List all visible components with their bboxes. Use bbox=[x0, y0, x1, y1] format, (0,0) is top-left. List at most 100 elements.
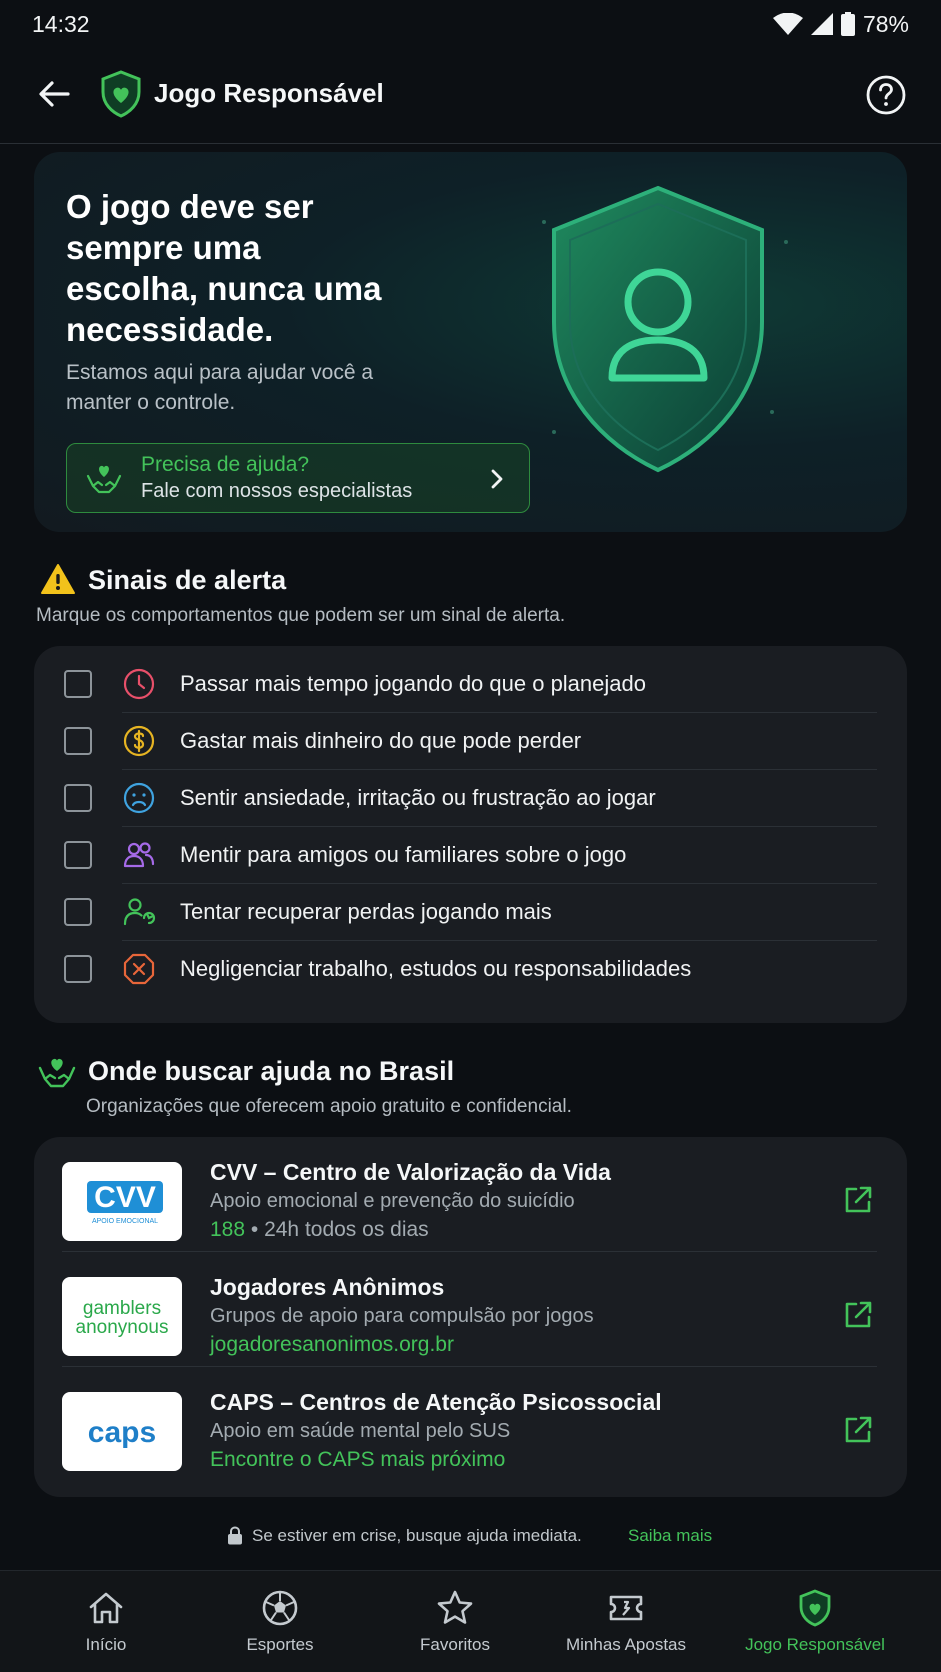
clock-icon bbox=[123, 668, 155, 700]
org-contact: jogadoresanonimos.org.br bbox=[210, 1333, 454, 1357]
ga-logo-subtext: anonynous bbox=[76, 1317, 169, 1338]
checklist-item[interactable]: Sentir ansiedade, irritação ou frustraçã… bbox=[34, 770, 907, 827]
home-icon bbox=[89, 1592, 123, 1624]
external-link-icon[interactable] bbox=[841, 1298, 875, 1332]
page-title: Jogo Responsável bbox=[154, 78, 384, 108]
nav-item-inicio[interactable]: Início bbox=[56, 1571, 156, 1672]
nav-label: Favoritos bbox=[420, 1635, 490, 1654]
crisis-note: Se estiver em crise, busque ajuda imedia… bbox=[0, 1522, 941, 1550]
wifi-icon bbox=[772, 13, 803, 35]
org-contact: 188 • 24h todos os dias bbox=[210, 1218, 429, 1242]
org-item-cvv[interactable]: CVV APOIO EMOCIONAL CVV – Centro de Valo… bbox=[34, 1137, 907, 1252]
checklist-item[interactable]: Negligenciar trabalho, estudos ou respon… bbox=[34, 941, 907, 998]
warning-section-title: Sinais de alerta bbox=[88, 565, 287, 595]
org-description: Apoio em saúde mental pelo SUS bbox=[210, 1420, 511, 1442]
checklist-item-label: Tentar recuperar perdas jogando mais bbox=[180, 899, 552, 924]
shield-heart-icon bbox=[101, 70, 141, 118]
caps-logo: caps bbox=[62, 1392, 182, 1471]
checklist-item-label: Passar mais tempo jogando do que o plane… bbox=[180, 671, 646, 696]
nav-item-jogo-responsavel[interactable]: Jogo Responsável bbox=[738, 1571, 892, 1672]
external-link-icon[interactable] bbox=[841, 1413, 875, 1447]
back-arrow-icon[interactable] bbox=[34, 74, 74, 114]
nav-item-favoritos[interactable]: Favoritos bbox=[400, 1571, 510, 1672]
checkbox[interactable] bbox=[64, 670, 92, 698]
help-organizations-list: CVV APOIO EMOCIONAL CVV – Centro de Valo… bbox=[34, 1137, 907, 1497]
checkbox[interactable] bbox=[64, 955, 92, 983]
checklist-item[interactable]: Gastar mais dinheiro do que pode perder bbox=[34, 713, 907, 770]
hero-card: O jogo deve ser sempre uma escolha, nunc… bbox=[34, 152, 907, 532]
help-section-title: Onde buscar ajuda no Brasil bbox=[88, 1056, 455, 1086]
warning-section-subtitle: Marque os comportamentos que podem ser u… bbox=[36, 605, 566, 626]
org-phone[interactable]: 188 bbox=[210, 1218, 245, 1241]
checkbox[interactable] bbox=[64, 727, 92, 755]
sad-face-icon bbox=[123, 782, 155, 814]
org-item-caps[interactable]: caps CAPS – Centros de Atenção Psicossoc… bbox=[34, 1367, 907, 1482]
status-bar: 14:32 78% bbox=[0, 0, 941, 48]
heart-hands-icon bbox=[38, 1058, 76, 1088]
shield-heart-icon bbox=[799, 1589, 831, 1627]
chevron-right-icon bbox=[491, 469, 503, 489]
warning-icon bbox=[41, 564, 75, 594]
battery-percent: 78% bbox=[862, 10, 909, 37]
hero-title: O jogo deve ser sempre uma escolha, nunc… bbox=[66, 188, 382, 348]
org-name: CAPS – Centros de Atenção Psicossocial bbox=[210, 1389, 662, 1415]
gamblers-anonymous-logo: gamblers anonynous bbox=[62, 1277, 182, 1356]
star-icon bbox=[437, 1590, 473, 1624]
checklist-item[interactable]: Mentir para amigos ou familiares sobre o… bbox=[34, 827, 907, 884]
help-button-title: Precisa de ajuda? bbox=[141, 453, 310, 476]
cvv-logo-graphic: CVV APOIO EMOCIONAL bbox=[87, 1180, 163, 1225]
nav-label: Início bbox=[85, 1635, 127, 1654]
checklist-item-label: Mentir para amigos ou familiares sobre o… bbox=[180, 842, 627, 867]
crisis-text: Se estiver em crise, busque ajuda imedia… bbox=[252, 1526, 582, 1545]
shield-person-illustration-icon bbox=[542, 185, 788, 473]
checklist-item[interactable]: Passar mais tempo jogando do que o plane… bbox=[34, 656, 907, 713]
lock-icon bbox=[228, 1526, 242, 1545]
org-item-jogadores-anonimos[interactable]: gamblers anonynous Jogadores Anônimos Gr… bbox=[34, 1252, 907, 1367]
nav-label: Jogo Responsável bbox=[745, 1635, 885, 1654]
find-caps-link[interactable]: Encontre o CAPS mais próximo bbox=[210, 1448, 505, 1471]
specialist-help-button[interactable]: Precisa de ajuda? Fale com nossos especi… bbox=[66, 443, 530, 513]
nav-item-esportes[interactable]: Esportes bbox=[220, 1571, 340, 1672]
checklist-item-label: Sentir ansiedade, irritação ou frustraçã… bbox=[180, 785, 656, 810]
caps-logo-text: caps bbox=[88, 1416, 156, 1449]
x-octagon-icon bbox=[123, 953, 155, 985]
org-website-link[interactable]: jogadoresanonimos.org.br bbox=[210, 1333, 454, 1356]
external-link-icon[interactable] bbox=[841, 1183, 875, 1217]
checklist-item-label: Negligenciar trabalho, estudos ou respon… bbox=[180, 956, 692, 981]
help-icon[interactable] bbox=[865, 74, 907, 116]
ga-logo-text: gamblers bbox=[83, 1298, 161, 1319]
learn-more-link[interactable]: Saiba mais bbox=[628, 1526, 712, 1546]
dollar-icon bbox=[123, 725, 155, 757]
ga-logo-graphic: gamblers anonynous bbox=[76, 1298, 169, 1338]
org-description: Grupos de apoio para compulsão por jogos bbox=[210, 1305, 594, 1327]
org-contact: Encontre o CAPS mais próximo bbox=[210, 1448, 505, 1472]
checkbox[interactable] bbox=[64, 841, 92, 869]
nav-label: Minhas Apostas bbox=[565, 1635, 686, 1654]
nav-label: Esportes bbox=[246, 1635, 314, 1654]
org-hours: • 24h todos os dias bbox=[245, 1218, 429, 1241]
checklist-item[interactable]: Tentar recuperar perdas jogando mais bbox=[34, 884, 907, 941]
user-refresh-icon bbox=[123, 898, 156, 926]
nav-item-minhas-apostas[interactable]: Minhas Apostas bbox=[555, 1571, 697, 1672]
org-name: Jogadores Anônimos bbox=[210, 1274, 445, 1300]
heart-hands-icon bbox=[86, 465, 122, 494]
checklist-item-label: Gastar mais dinheiro do que pode perder bbox=[180, 728, 582, 753]
warning-checklist: Passar mais tempo jogando do que o plane… bbox=[34, 646, 907, 1023]
checkbox[interactable] bbox=[64, 784, 92, 812]
checkbox[interactable] bbox=[64, 898, 92, 926]
help-button-subtitle: Fale com nossos especialistas bbox=[141, 480, 413, 502]
signal-icon bbox=[810, 13, 833, 35]
users-icon bbox=[123, 842, 155, 868]
bottom-navigation: Início Esportes Favoritos Minhas Apostas… bbox=[0, 1570, 941, 1672]
status-time: 14:32 bbox=[32, 10, 90, 37]
org-name: CVV – Centro de Valorização da Vida bbox=[210, 1159, 611, 1185]
help-section-subtitle: Organizações que oferecem apoio gratuito… bbox=[86, 1096, 572, 1117]
status-icons: 78% bbox=[772, 10, 909, 38]
battery-icon bbox=[840, 12, 855, 36]
soccer-ball-icon bbox=[262, 1590, 298, 1626]
app-bar: Jogo Responsável bbox=[0, 48, 941, 144]
cvv-logo-text: CVV bbox=[94, 1181, 156, 1214]
caps-logo-graphic: caps bbox=[88, 1416, 156, 1449]
hero-subtitle: Estamos aqui para ajudar você a manter o… bbox=[66, 361, 374, 414]
cvv-logo: CVV APOIO EMOCIONAL bbox=[62, 1162, 182, 1241]
